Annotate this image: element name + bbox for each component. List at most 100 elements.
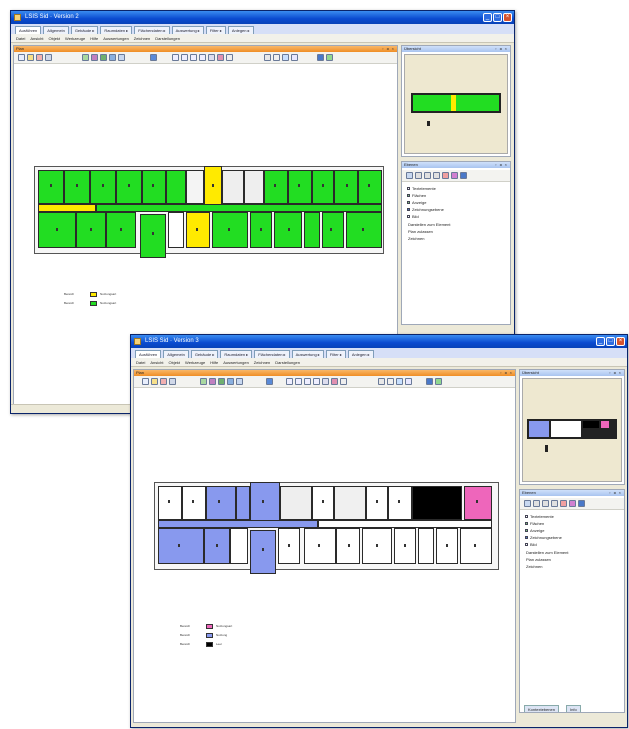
info-icon[interactable] [291,54,298,61]
cut-icon[interactable] [45,54,52,61]
room[interactable] [304,212,320,248]
zoom-in-icon[interactable] [286,378,293,385]
layer-down-icon[interactable] [551,500,558,507]
zoom-window-icon[interactable] [199,54,206,61]
tab-allgemein[interactable]: Allgemein [163,350,189,358]
layer-up-icon[interactable] [424,172,431,179]
layer-delete-icon[interactable] [560,500,567,507]
menu-datei[interactable]: Datei [16,34,25,42]
check-icon[interactable] [326,54,333,61]
corridor[interactable] [96,204,382,212]
tab-info[interactable]: Info [566,705,581,712]
menu-objekt[interactable]: Objekt [48,34,60,42]
room[interactable] [230,528,248,564]
room[interactable] [418,528,434,564]
pen-icon[interactable] [209,378,216,385]
tab-auswertung[interactable]: Auswertung ▸ [291,350,324,358]
pan-icon[interactable] [208,54,215,61]
tab-ausfuehren[interactable]: Ausführen [15,26,42,34]
minimize-button[interactable]: _ [483,13,492,22]
menu-werkzeuge[interactable]: Werkzeuge [65,34,85,42]
layer-item[interactable]: Zeichnungsebene [525,535,562,540]
menu-darstellungen[interactable]: Darstellungen [155,34,180,42]
cut-icon[interactable] [169,378,176,385]
menu-hilfe[interactable]: Hilfe [210,358,218,366]
room[interactable] [312,486,334,520]
layer-up-icon[interactable] [542,500,549,507]
zoom-out-icon[interactable] [295,378,302,385]
room[interactable] [244,170,264,204]
layer-item[interactable]: Flächen [407,193,426,198]
maximize-button[interactable]: □ [606,337,615,346]
open-icon[interactable] [27,54,34,61]
layer-item[interactable]: Textelemente [407,186,436,191]
select-icon[interactable] [236,378,243,385]
room[interactable] [222,170,244,204]
layer-item[interactable]: Textelemente [525,514,554,519]
layer-edit-icon[interactable] [533,500,540,507]
brush-icon[interactable] [218,378,225,385]
room[interactable] [142,170,166,204]
pointer-icon[interactable] [227,378,234,385]
room[interactable] [250,482,280,522]
maximize-button[interactable]: □ [493,13,502,22]
room[interactable] [460,528,492,564]
tab-kontextebenen[interactable]: Kontextebenen [524,705,559,712]
titlebar[interactable]: LSIS Sid · Version 3 _ □ × [131,335,627,348]
print-icon[interactable] [378,378,385,385]
layer-edit-icon[interactable] [415,172,422,179]
room[interactable] [206,486,236,520]
room[interactable] [158,486,182,520]
room[interactable] [334,170,358,204]
corridor[interactable] [158,520,318,528]
room-highlight[interactable] [464,486,492,520]
tab-raumdaten[interactable]: Raumdaten ▸ [100,26,133,34]
room[interactable] [346,212,382,248]
layer-item[interactable]: Bild [407,214,419,219]
tab-gebaeude[interactable]: Gebäude ▸ [70,26,99,34]
menu-hilfe[interactable]: Hilfe [90,34,98,42]
room[interactable] [158,528,204,564]
room-highlight[interactable] [186,212,210,248]
layer-item[interactable]: Zeichnungsebene [407,207,444,212]
room[interactable] [186,170,204,204]
room[interactable] [212,212,248,248]
room[interactable] [166,170,186,204]
titlebar[interactable]: LSIS Sid · Version 2 _ □ × [11,11,514,24]
print-icon[interactable] [264,54,271,61]
pan-icon[interactable] [322,378,329,385]
tab-gebaeude[interactable]: Gebäude ▸ [190,350,219,358]
room[interactable] [140,214,166,258]
room[interactable] [304,528,336,564]
measure-icon[interactable] [82,54,89,61]
pointer-icon[interactable] [109,54,116,61]
measure-icon[interactable] [200,378,207,385]
room[interactable] [116,170,142,204]
room[interactable] [322,212,344,248]
room[interactable] [182,486,206,520]
room[interactable] [38,170,64,204]
tab-flaechendaten[interactable]: Flächendaten ▸ [254,350,290,358]
layer-color-icon[interactable] [569,500,576,507]
menu-auswertungen[interactable]: Auswertungen [103,34,129,42]
tab-anlegen[interactable]: Anlegen ▸ [347,350,374,358]
layer-down-icon[interactable] [433,172,440,179]
room[interactable] [280,486,312,520]
pen-icon[interactable] [91,54,98,61]
brush-icon[interactable] [100,54,107,61]
room[interactable] [288,170,312,204]
layer-item[interactable]: Bild [525,542,537,547]
new-icon[interactable] [18,54,25,61]
hatch-icon[interactable] [387,378,394,385]
zoom-window-icon[interactable] [313,378,320,385]
layer-icon[interactable] [266,378,273,385]
menu-zeichnen[interactable]: Zeichnen [134,34,150,42]
delete-icon[interactable] [160,378,167,385]
minimap[interactable] [404,54,508,154]
room[interactable] [388,486,412,520]
room[interactable] [64,170,90,204]
menu-auswertungen[interactable]: Auswertungen [223,358,249,366]
delete-icon[interactable] [36,54,43,61]
room[interactable] [168,212,184,248]
refresh-icon[interactable] [282,54,289,61]
